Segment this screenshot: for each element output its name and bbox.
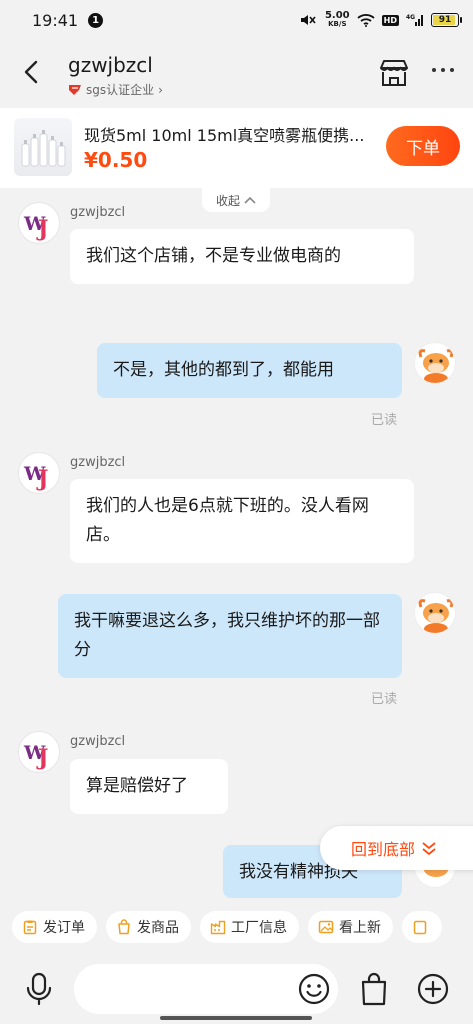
product-price: ¥0.50 <box>84 148 148 172</box>
clipboard-icon <box>23 920 37 935</box>
new-arrivals-chip[interactable]: 看上新 <box>308 911 393 943</box>
read-status: 已读 <box>371 692 398 707</box>
wifi-icon <box>357 14 375 27</box>
shopping-bag-icon[interactable] <box>360 972 388 1006</box>
chip-label: 发商品 <box>137 920 179 936</box>
read-status: 已读 <box>371 413 398 428</box>
signal-label: 4G <box>406 14 415 21</box>
factory-info-chip[interactable]: 工厂信息 <box>200 911 299 943</box>
user-avatar[interactable] <box>414 592 456 634</box>
chip-label: 看上新 <box>339 920 381 936</box>
cert-label: sgs认证企业 <box>86 83 155 97</box>
chat-header: gzwjbzcl sgs认证企业 › <box>0 40 473 108</box>
scroll-to-bottom-button[interactable]: 回到底部 <box>320 826 473 870</box>
shop-avatar[interactable]: WJ <box>18 202 60 244</box>
bag-icon <box>118 919 130 935</box>
message-bubble[interactable]: 我们的人也是6点就下班的。没人看网店。 <box>70 479 414 563</box>
message-bubble[interactable]: 不是，其他的都到了，都能用 <box>97 343 402 398</box>
store-icon[interactable] <box>378 58 410 88</box>
collapse-label: 收起 <box>215 193 240 208</box>
chip-label: 工厂信息 <box>231 920 287 936</box>
message-bubble[interactable]: 我干嘛要退这么多，我只维护坏的那一部分 <box>58 594 402 678</box>
cert-link[interactable]: sgs认证企业 › <box>68 81 163 98</box>
home-indicator[interactable] <box>160 1016 312 1020</box>
product-image <box>14 118 72 176</box>
send-order-chip[interactable]: 发订单 <box>12 911 97 943</box>
notification-badge: 1 <box>88 12 104 28</box>
double-chevron-down-icon <box>422 842 436 856</box>
chevron-up-icon <box>244 196 256 204</box>
status-icons: 5.00 KB/S HD 4G 91 <box>298 10 462 29</box>
plus-icon[interactable] <box>417 973 449 1005</box>
order-button[interactable]: 下单 <box>386 126 460 166</box>
network-speed: 5.00 KB/S <box>324 10 350 29</box>
collapse-toggle[interactable]: 收起 <box>202 188 270 212</box>
shop-name[interactable]: gzwjbzcl <box>68 53 153 77</box>
clipboard-icon <box>413 920 427 935</box>
svg-text:J: J <box>36 745 48 770</box>
sender-name: gzwjbzcl <box>70 734 126 749</box>
sender-name: gzwjbzcl <box>70 205 126 220</box>
message-bubble[interactable]: 算是赔偿好了 <box>70 759 228 814</box>
shop-avatar[interactable]: WJ <box>18 452 60 494</box>
sender-name: gzwjbzcl <box>70 455 126 470</box>
message-bubble[interactable]: 我们这个店铺，不是专业做电商的 <box>70 229 414 284</box>
quick-action-bar: 发订单 发商品 工厂信息 看上新 <box>0 898 473 956</box>
battery-icon: 91 <box>431 13 462 27</box>
svg-text:J: J <box>36 466 48 491</box>
chevron-right-icon: › <box>158 82 163 97</box>
emoji-icon[interactable] <box>298 973 330 1005</box>
product-card[interactable]: 现货5ml 10ml 15ml真空喷雾瓶便携... ¥0.50 下单 <box>0 108 473 188</box>
chip-label: 发订单 <box>43 920 85 936</box>
image-icon <box>318 920 334 934</box>
status-bar: 19:41 1 5.00 KB/S HD 4G 91 <box>0 0 473 40</box>
hd-badge: HD <box>381 14 399 26</box>
more-chip[interactable] <box>402 911 442 943</box>
microphone-icon[interactable] <box>24 972 54 1006</box>
input-bar <box>0 956 473 1024</box>
signal-icon: 4G <box>406 14 423 26</box>
scroll-to-bottom-label: 回到底部 <box>351 840 416 859</box>
svg-text:J: J <box>36 216 48 241</box>
more-options-icon[interactable] <box>432 68 460 78</box>
product-title: 现货5ml 10ml 15ml真空喷雾瓶便携... <box>84 126 365 145</box>
send-product-chip[interactable]: 发商品 <box>106 911 191 943</box>
status-time: 19:41 <box>32 10 79 30</box>
shop-avatar[interactable]: WJ <box>18 731 60 773</box>
sgs-badge-icon <box>69 84 81 95</box>
factory-icon <box>210 920 226 935</box>
mute-icon <box>300 15 316 25</box>
back-arrow-icon[interactable] <box>18 58 46 86</box>
user-avatar[interactable] <box>414 342 456 384</box>
